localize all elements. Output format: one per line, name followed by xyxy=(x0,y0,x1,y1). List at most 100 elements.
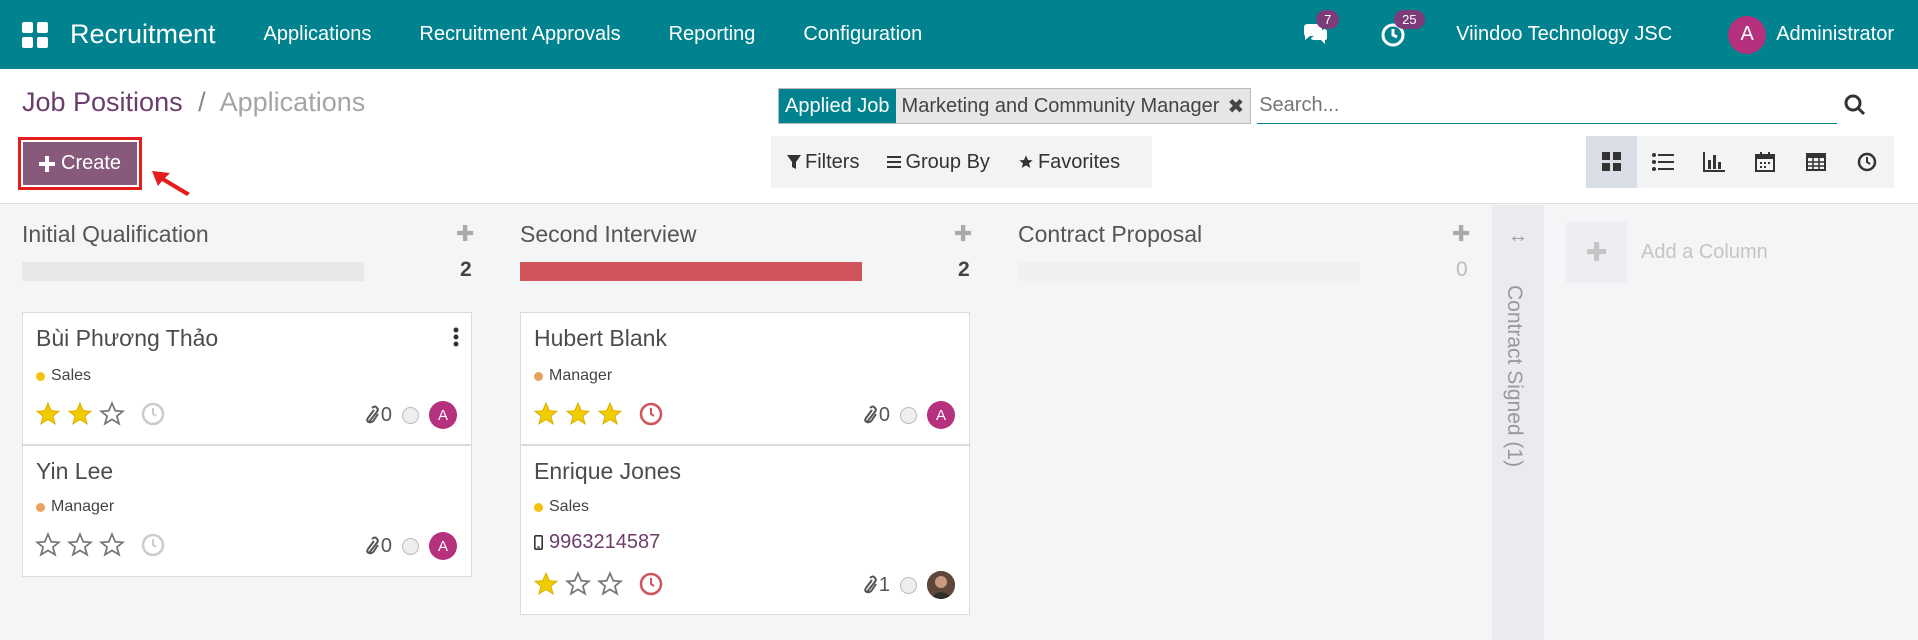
menu-configuration[interactable]: Configuration xyxy=(803,23,922,46)
tag: Manager xyxy=(36,498,114,516)
pivot-view-button[interactable] xyxy=(1790,136,1841,188)
user-avatar[interactable]: A xyxy=(1728,15,1767,54)
activity-overdue-clock-icon[interactable] xyxy=(639,572,663,596)
filters-button[interactable]: Filters xyxy=(787,151,859,174)
kanban-card[interactable]: Hubert Blank Manager 0 A xyxy=(520,312,970,445)
star-filled-icon[interactable] xyxy=(565,401,591,427)
kanban-card[interactable]: Enrique Jones Sales 9963214587 1 xyxy=(520,445,970,615)
search-bar: Applied Job Marketing and Community Mana… xyxy=(778,88,1866,124)
remove-facet-icon[interactable]: ✖ xyxy=(1227,94,1244,119)
annotation-arrow-icon xyxy=(152,171,190,196)
company-switcher[interactable]: Viindoo Technology JSC xyxy=(1456,23,1672,46)
activities-button[interactable]: 25 xyxy=(1378,9,1425,50)
priority-stars[interactable] xyxy=(35,532,165,558)
kanban-state-indicator[interactable] xyxy=(900,406,917,424)
card-dropdown-icon[interactable] xyxy=(453,327,459,347)
star-empty-icon[interactable] xyxy=(67,532,93,558)
paperclip-icon xyxy=(366,536,379,555)
tag: Sales xyxy=(534,498,589,516)
priority-stars[interactable] xyxy=(35,401,165,427)
star-icon xyxy=(1019,155,1033,168)
phone-number: 9963214587 xyxy=(549,531,661,553)
star-empty-icon[interactable] xyxy=(35,532,61,558)
create-button[interactable]: Create xyxy=(23,142,138,185)
add-column-button[interactable]: ✚ Add a Column xyxy=(1566,222,1768,283)
kanban-card[interactable]: Yin Lee Manager 0 A xyxy=(22,445,472,577)
quick-create-plus-icon[interactable]: ✚ xyxy=(954,221,972,247)
bars-icon xyxy=(887,156,902,168)
activity-clock-icon[interactable] xyxy=(141,402,165,426)
column-progress-bar[interactable] xyxy=(520,262,862,281)
paperclip-icon xyxy=(366,405,379,424)
star-empty-icon[interactable] xyxy=(565,571,591,597)
search-facet: Applied Job Marketing and Community Mana… xyxy=(778,88,1252,124)
attachments[interactable]: 1 xyxy=(861,574,890,597)
favorites-label: Favorites xyxy=(1037,150,1121,173)
expand-arrows-icon[interactable]: ↔ xyxy=(1508,225,1528,248)
star-filled-icon[interactable] xyxy=(533,401,559,427)
star-filled-icon[interactable] xyxy=(533,571,559,597)
star-empty-icon[interactable] xyxy=(99,532,125,558)
tag-label: Sales xyxy=(549,498,590,515)
kanban-card[interactable]: Bùi Phương Thảo Sales 0 A xyxy=(22,312,472,445)
mobile-phone-icon xyxy=(534,535,543,550)
kanban-view-button[interactable] xyxy=(1586,136,1637,188)
column-progress-bar[interactable] xyxy=(1018,262,1360,281)
messages-badge: 7 xyxy=(1316,9,1340,29)
kanban-state-indicator[interactable] xyxy=(402,406,419,424)
group-by-label: Group By xyxy=(905,150,990,173)
star-filled-icon[interactable] xyxy=(597,401,623,427)
priority-stars[interactable] xyxy=(533,571,663,597)
star-empty-icon[interactable] xyxy=(597,571,623,597)
column-count: 2 xyxy=(460,258,472,281)
search-input[interactable] xyxy=(1257,88,1838,124)
kanban-state-indicator[interactable] xyxy=(900,576,917,594)
funnel-icon xyxy=(787,155,801,169)
applicant-phone[interactable]: 9963214587 xyxy=(534,531,660,554)
star-empty-icon[interactable] xyxy=(99,401,125,427)
kanban-icon xyxy=(1601,152,1621,171)
list-view-button[interactable] xyxy=(1637,136,1688,188)
assignee-avatar: A xyxy=(429,401,457,429)
group-by-button[interactable]: Group By xyxy=(887,150,990,174)
kanban-state-indicator[interactable] xyxy=(402,537,419,555)
graph-view-button[interactable] xyxy=(1688,136,1739,188)
attachments[interactable]: 0 xyxy=(363,404,392,427)
column-progress-bar[interactable] xyxy=(22,262,364,281)
menu-reporting[interactable]: Reporting xyxy=(669,23,756,46)
tag-color-dot xyxy=(534,371,543,381)
quick-create-plus-icon[interactable]: ✚ xyxy=(1452,221,1470,247)
star-filled-icon[interactable] xyxy=(67,401,93,427)
add-column-label: Add a Column xyxy=(1641,241,1768,263)
menu-recruitment-approvals[interactable]: Recruitment Approvals xyxy=(419,23,620,46)
priority-stars[interactable] xyxy=(533,401,663,427)
column-title: Initial Qualification xyxy=(22,221,209,247)
tag-color-dot xyxy=(534,502,543,512)
search-icon[interactable] xyxy=(1844,94,1866,116)
calendar-view-button[interactable] xyxy=(1739,136,1790,188)
column-title: Second Interview xyxy=(520,221,697,247)
folded-column-contract-signed[interactable]: ↔ Contract Signed (1) xyxy=(1492,205,1544,640)
tag-color-dot xyxy=(36,371,45,381)
attachments[interactable]: 0 xyxy=(861,404,890,427)
apps-menu-icon[interactable] xyxy=(22,21,48,48)
app-name[interactable]: Recruitment xyxy=(70,19,216,50)
card-footer-right: 0 A xyxy=(363,532,457,560)
user-menu[interactable]: Administrator xyxy=(1776,23,1894,46)
column-count: 2 xyxy=(958,258,970,281)
activity-overdue-clock-icon[interactable] xyxy=(639,402,663,426)
favorites-button[interactable]: Favorites xyxy=(1018,151,1120,174)
breadcrumb-job-positions[interactable]: Job Positions xyxy=(22,87,183,117)
tag-color-dot xyxy=(36,502,45,512)
star-filled-icon[interactable] xyxy=(35,401,61,427)
tag: Manager xyxy=(534,367,612,385)
messages-button[interactable]: 7 xyxy=(1300,9,1340,50)
menu-applications[interactable]: Applications xyxy=(264,23,372,46)
attachment-count: 1 xyxy=(878,573,890,596)
activity-view-button[interactable] xyxy=(1841,136,1892,188)
quick-create-plus-icon[interactable]: ✚ xyxy=(456,221,474,247)
activity-clock-icon[interactable] xyxy=(141,533,165,557)
attachments[interactable]: 0 xyxy=(363,535,392,558)
activities-badge: 25 xyxy=(1394,9,1425,29)
table-icon xyxy=(1805,153,1826,171)
